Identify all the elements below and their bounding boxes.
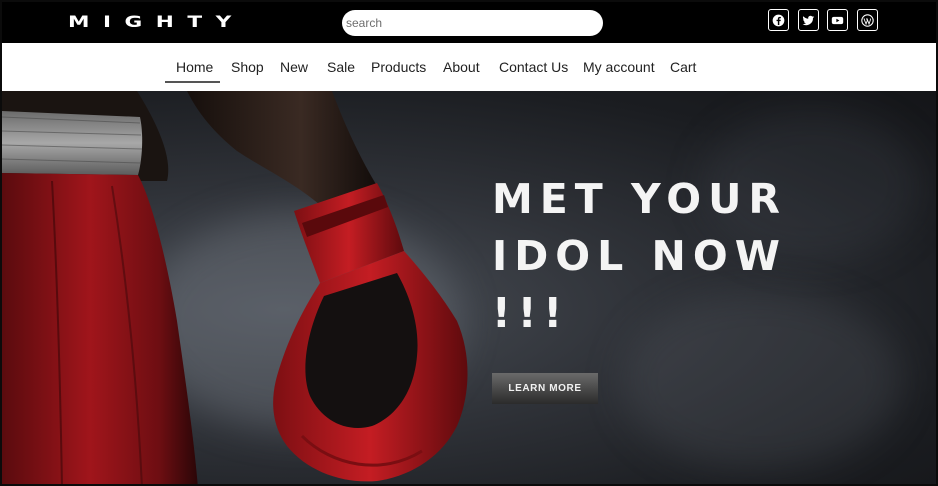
main-nav: Home Shop New Sale Products About Contac… xyxy=(2,43,936,91)
nav-item-my-account[interactable]: My account xyxy=(583,59,655,75)
nav-item-new[interactable]: New xyxy=(280,59,308,75)
youtube-icon[interactable] xyxy=(827,9,848,31)
top-bar: MIGHTY xyxy=(2,2,936,43)
nav-item-sale[interactable]: Sale xyxy=(327,59,355,75)
nav-item-contact-us[interactable]: Contact Us xyxy=(499,59,568,75)
learn-more-button[interactable]: LEARN MORE xyxy=(492,373,598,404)
hero-banner: MET YOUR IDOL NOW !!! LEARN MORE xyxy=(2,91,936,484)
page-frame: MIGHTY Home Shop New Sale Products About… xyxy=(0,0,938,486)
nav-item-home[interactable]: Home xyxy=(176,59,213,75)
hero-headline-line-2: IDOL NOW xyxy=(492,232,787,280)
twitter-icon[interactable] xyxy=(798,9,819,31)
wordpress-icon[interactable] xyxy=(857,9,878,31)
hero-headline-line-1: MET YOUR xyxy=(492,175,787,223)
boxer-illustration xyxy=(2,91,468,484)
nav-item-about[interactable]: About xyxy=(443,59,480,75)
search-input[interactable] xyxy=(342,10,603,36)
site-logo[interactable]: MIGHTY xyxy=(68,13,245,31)
hero-headline-line-3: !!! xyxy=(492,289,570,337)
active-nav-indicator xyxy=(165,81,220,83)
nav-item-cart[interactable]: Cart xyxy=(670,59,696,75)
nav-item-shop[interactable]: Shop xyxy=(231,59,264,75)
facebook-icon[interactable] xyxy=(768,9,789,31)
nav-item-products[interactable]: Products xyxy=(371,59,426,75)
